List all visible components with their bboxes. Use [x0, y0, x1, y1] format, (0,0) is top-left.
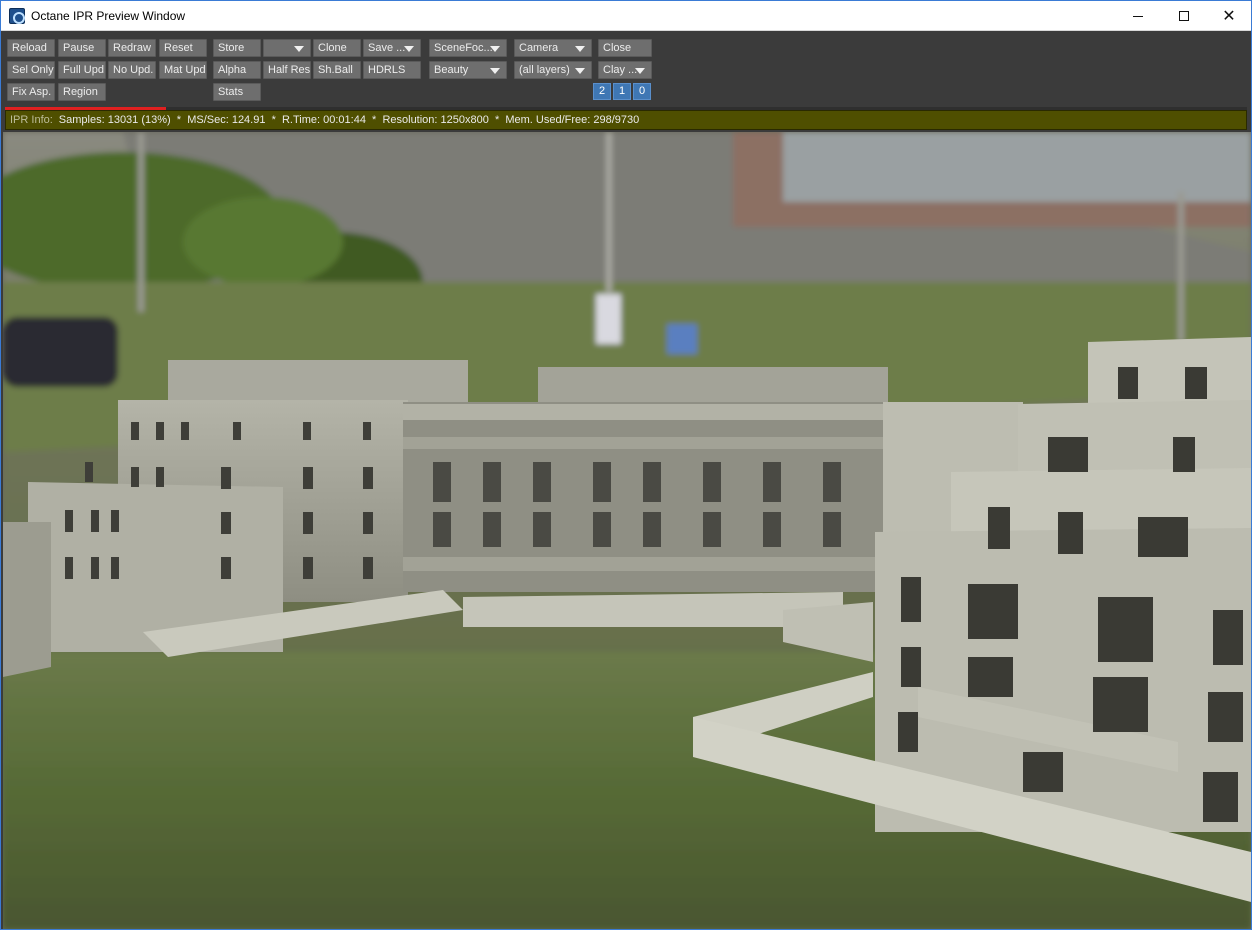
clone-button[interactable]: Clone [313, 39, 361, 57]
title-bar[interactable]: Octane IPR Preview Window ✕ [1, 1, 1251, 31]
store-slot-dropdown[interactable] [263, 39, 311, 57]
layout-0-button[interactable]: 0 [633, 83, 651, 100]
close-icon: ✕ [1222, 8, 1236, 25]
window-title: Octane IPR Preview Window [31, 9, 186, 23]
region-button[interactable]: Region [58, 83, 106, 101]
half-res-button[interactable]: Half Res [263, 61, 311, 79]
stats-button[interactable]: Stats [213, 83, 261, 101]
ipr-info-bar: IPR Info: Samples: 13031 (13%) * MS/Sec: … [5, 110, 1247, 130]
maximize-button[interactable] [1161, 1, 1207, 31]
hdrls-button[interactable]: HDRLS [363, 61, 421, 79]
ipr-info-label: IPR Info: [10, 114, 53, 126]
sel-only-button[interactable]: Sel Only [7, 61, 55, 79]
reset-button[interactable]: Reset [159, 39, 207, 57]
render-pass-dropdown[interactable]: Beauty [429, 61, 507, 79]
minimize-button[interactable] [1115, 1, 1161, 31]
clay-dropdown[interactable]: Clay ... [598, 61, 652, 79]
reload-button[interactable]: Reload [7, 39, 55, 57]
octane-app-icon [9, 8, 25, 24]
close-window-button[interactable]: ✕ [1206, 1, 1252, 31]
no-update-button[interactable]: No Upd. [108, 61, 156, 79]
redraw-button[interactable]: Redraw [108, 39, 156, 57]
close-button[interactable]: Close [598, 39, 652, 57]
layers-dropdown[interactable]: (all layers) [514, 61, 592, 79]
layout-1-button[interactable]: 1 [613, 83, 631, 100]
material-update-button[interactable]: Mat Upd [159, 61, 207, 79]
ipr-window: Octane IPR Preview Window ✕ Reload Pause… [0, 0, 1252, 930]
rendered-scene [3, 132, 1251, 929]
render-viewport[interactable] [3, 132, 1251, 929]
full-update-button[interactable]: Full Upd. [58, 61, 106, 79]
fix-aspect-button[interactable]: Fix Asp. [7, 83, 55, 101]
save-dropdown[interactable]: Save ... [363, 39, 421, 57]
scene-focus-dropdown[interactable]: SceneFoc... [429, 39, 507, 57]
shader-ball-button[interactable]: Sh.Ball [313, 61, 361, 79]
store-button[interactable]: Store [213, 39, 261, 57]
toolbar: Reload Pause Redraw Reset Store Clone Sa… [1, 31, 1251, 107]
maximize-icon [1179, 11, 1189, 21]
alpha-button[interactable]: Alpha [213, 61, 261, 79]
camera-dropdown[interactable]: Camera [514, 39, 592, 57]
ipr-info-text: Samples: 13031 (13%) * MS/Sec: 124.91 * … [58, 114, 640, 126]
pause-button[interactable]: Pause [58, 39, 106, 57]
layout-2-button[interactable]: 2 [593, 83, 611, 100]
minimize-icon [1133, 15, 1143, 17]
